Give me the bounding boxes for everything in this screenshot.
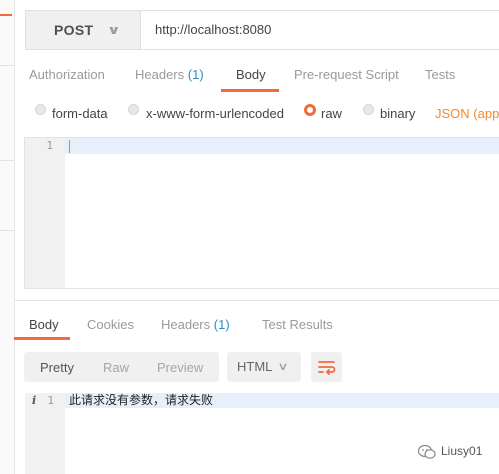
request-body-editor[interactable]: [24, 137, 499, 289]
editor-cursor: [69, 140, 70, 153]
url-input[interactable]: http://localhost:8080: [140, 10, 499, 50]
response-tab-headers-label: Headers: [161, 317, 211, 332]
view-pretty-button[interactable]: Pretty: [40, 360, 74, 375]
active-tab-underline: [221, 89, 279, 92]
radio-form-data-label[interactable]: form-data: [52, 106, 108, 121]
wechat-icon: [417, 444, 436, 459]
sidebar-active-indicator: [0, 14, 12, 16]
sidebar-divider: [0, 230, 14, 231]
view-preview-button[interactable]: Preview: [157, 360, 203, 375]
response-tab-test-results[interactable]: Test Results: [262, 317, 333, 332]
tab-headers[interactable]: Headers (1): [135, 67, 204, 82]
tab-authorization[interactable]: Authorization: [29, 67, 105, 82]
response-headers-count-badge: (1): [213, 317, 230, 332]
radio-raw-label[interactable]: raw: [321, 106, 342, 121]
radio-urlencoded-label[interactable]: x-www-form-urlencoded: [146, 106, 284, 121]
tab-tests[interactable]: Tests: [425, 67, 455, 82]
wrap-lines-button[interactable]: [311, 352, 342, 382]
tab-prerequest-script[interactable]: Pre-request Script: [294, 67, 399, 82]
radio-form-data[interactable]: [35, 104, 46, 115]
headers-count-badge: (1): [187, 67, 204, 82]
request-response-divider[interactable]: [14, 300, 499, 301]
editor-active-line: [65, 138, 499, 154]
info-icon: i: [32, 394, 37, 407]
watermark-text: Liusy01: [441, 444, 483, 458]
url-value: http://localhost:8080: [155, 22, 272, 37]
radio-urlencoded[interactable]: [128, 104, 139, 115]
response-line-number: 1: [47, 394, 54, 407]
radio-binary[interactable]: [363, 104, 374, 115]
method-select[interactable]: POST ∨: [25, 10, 140, 50]
tab-headers-label: Headers: [135, 67, 185, 82]
chevron-down-icon: ∨: [107, 23, 122, 37]
response-body-text[interactable]: 此请求没有参数，请求失败: [69, 393, 213, 408]
chevron-down-icon: ∨: [277, 361, 289, 373]
editor-gutter: [25, 138, 65, 288]
sidebar-divider: [0, 160, 14, 161]
response-tab-cookies[interactable]: Cookies: [87, 317, 134, 332]
sidebar-divider: [0, 65, 14, 66]
response-format-label: HTML: [237, 359, 273, 374]
tab-body[interactable]: Body: [236, 67, 266, 82]
response-format-select[interactable]: HTML ∨: [227, 352, 301, 382]
response-tab-headers[interactable]: Headers (1): [161, 317, 230, 332]
editor-line-number: 1: [46, 139, 53, 152]
radio-raw[interactable]: [304, 104, 316, 116]
radio-binary-label[interactable]: binary: [380, 106, 415, 121]
active-tab-underline: [14, 337, 70, 340]
response-tab-body[interactable]: Body: [29, 317, 59, 332]
sidebar-edge: [0, 0, 15, 474]
wrap-icon: [318, 361, 336, 375]
method-label: POST: [54, 22, 94, 38]
content-type-select[interactable]: JSON (appli: [435, 106, 499, 121]
view-raw-button[interactable]: Raw: [103, 360, 129, 375]
